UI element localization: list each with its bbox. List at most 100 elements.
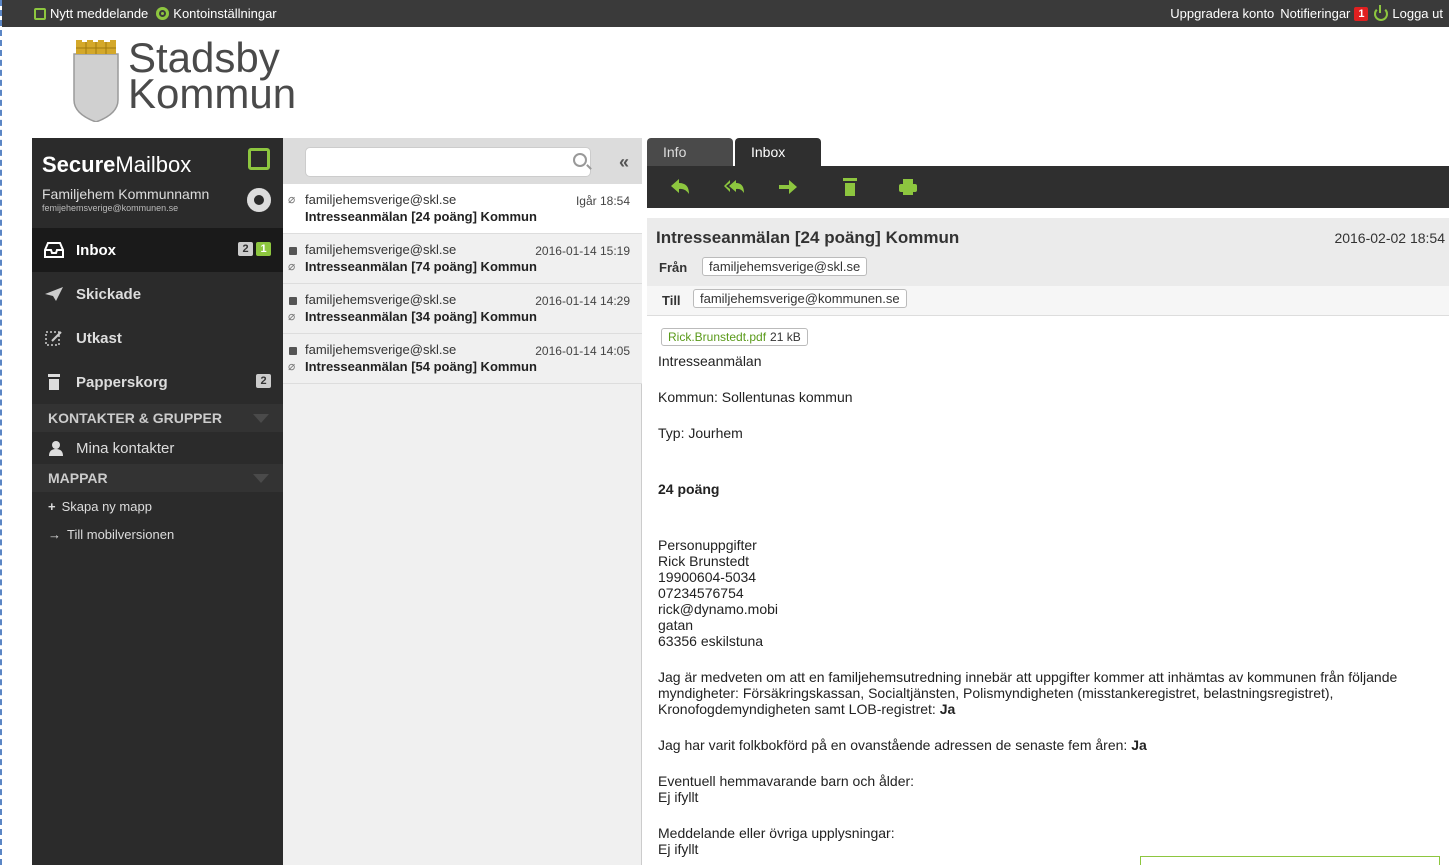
sidebar-item-trash[interactable]: Papperskorg 2 xyxy=(32,360,283,404)
logout-link[interactable]: Logga ut xyxy=(1374,4,1443,21)
folders-section-header[interactable]: MAPPAR xyxy=(32,464,283,492)
reply-icon xyxy=(671,179,689,194)
chevron-down-icon xyxy=(253,474,269,483)
message-body: Intresseanmälan Kommun: Sollentunas komm… xyxy=(658,353,1438,857)
paperclip-icon: ⌀ xyxy=(288,192,296,206)
message-subject: Intresseanmälan [74 poäng] Kommun xyxy=(305,259,537,274)
trash-icon xyxy=(843,178,857,196)
message-date: Igår 18:54 xyxy=(575,194,630,208)
create-folder-link[interactable]: + Skapa ny mapp xyxy=(32,492,283,520)
draft-icon xyxy=(45,331,62,346)
list-item[interactable]: ⌀ familjehemsverige@skl.se 2016-01-14 14… xyxy=(283,284,642,334)
mobile-version-label: Till mobilversionen xyxy=(67,526,175,542)
inbox-count-badge: 2 xyxy=(238,242,253,256)
body-answer: Ja xyxy=(1131,737,1147,753)
body-line: Kommun: Sollentunas kommun xyxy=(658,389,853,405)
list-item[interactable]: ⌀ familjehemsverige@skl.se 2016-01-14 14… xyxy=(283,334,642,384)
attachment-chip[interactable]: Rick.Brunstedt.pdf 21 kB xyxy=(661,328,808,346)
sidebar: SecureMailbox Familjehem Kommunnamn femi… xyxy=(32,138,283,865)
create-folder-label: Skapa ny mapp xyxy=(61,498,152,514)
message-list: « ⌀ familjehemsverige@skl.se Igår 18:54 … xyxy=(283,138,642,865)
message-date: 2016-01-14 14:05 xyxy=(535,344,630,358)
sidebar-item-my-contacts[interactable]: Mina kontakter xyxy=(32,432,283,464)
reading-pane: Info Inbox Intresseanmälan [24 poäng] Ko… xyxy=(647,138,1449,865)
search-bar: « xyxy=(283,138,642,184)
unread-icon xyxy=(289,297,297,305)
body-points: 24 poäng xyxy=(658,481,720,497)
paperclip-icon: ⌀ xyxy=(288,259,296,273)
message-sender: familjehemsverige@skl.se xyxy=(305,292,457,307)
compose-icon[interactable] xyxy=(248,148,270,170)
brand-bold: Secure xyxy=(42,152,116,177)
collapse-icon[interactable]: « xyxy=(619,152,629,173)
unread-icon xyxy=(289,247,297,255)
notifications-label: Notifieringar xyxy=(1280,6,1351,21)
trash-icon xyxy=(48,374,60,390)
forward-button[interactable] xyxy=(765,172,811,202)
sidebar-item-label: Papperskorg xyxy=(76,373,168,391)
body-line: Personuppgifter xyxy=(658,537,757,553)
arrow-right-icon: → xyxy=(48,526,61,542)
unread-icon xyxy=(289,347,297,355)
from-address-chip[interactable]: familjehemsverige@skl.se xyxy=(702,257,868,276)
mobile-version-link[interactable]: → Till mobilversionen xyxy=(32,520,283,548)
notification-toast xyxy=(1140,856,1440,865)
tab-inbox[interactable]: Inbox xyxy=(735,138,821,187)
delete-button[interactable] xyxy=(827,172,873,202)
tab-info[interactable]: Info xyxy=(647,138,733,166)
new-message-link[interactable]: Nytt meddelande xyxy=(34,6,148,21)
from-label: Från xyxy=(659,260,688,275)
attachment-name: Rick.Brunstedt.pdf xyxy=(668,330,767,344)
top-bar: Nytt meddelande Kontoinställningar Uppgr… xyxy=(2,0,1449,27)
sidebar-item-drafts[interactable]: Utkast xyxy=(32,316,283,360)
chevron-down-icon xyxy=(253,414,269,423)
message-subject: Intresseanmälan [24 poäng] Kommun xyxy=(305,209,537,224)
body-answer: Ja xyxy=(939,701,956,717)
body-line: Typ: Jourhem xyxy=(658,425,743,441)
printer-icon xyxy=(899,179,917,195)
gear-icon xyxy=(156,7,170,20)
sidebar-item-sent[interactable]: Skickade xyxy=(32,272,283,316)
brand-name: SecureMailbox xyxy=(42,152,191,178)
to-address-chip[interactable]: familjehemsverige@kommunen.se xyxy=(693,289,907,308)
power-icon xyxy=(1374,4,1389,21)
body-line: Rick Brunstedt xyxy=(658,553,750,569)
account-settings-link[interactable]: Kontoinställningar xyxy=(156,6,277,21)
compose-icon xyxy=(34,7,46,20)
account-info: Familjehem Kommunnamn femijehemsverige@k… xyxy=(32,178,283,228)
notifications-link[interactable]: Notifieringar 1 xyxy=(1280,6,1369,21)
notification-badge: 1 xyxy=(1354,6,1369,21)
print-button[interactable] xyxy=(885,172,931,202)
new-message-label: Nytt meddelande xyxy=(50,6,149,21)
brand-light: Mailbox xyxy=(115,152,192,177)
trash-count-badge: 2 xyxy=(256,374,271,388)
reply-all-button[interactable] xyxy=(711,172,757,202)
message-toolbar xyxy=(647,166,1449,208)
contacts-section-header[interactable]: KONTAKTER & GRUPPER xyxy=(32,404,283,432)
logo: Stadsby Kommun xyxy=(70,37,296,122)
sidebar-item-inbox[interactable]: Inbox 2 1 xyxy=(32,228,283,272)
inbox-new-badge: 1 xyxy=(256,242,271,256)
upgrade-link[interactable]: Uppgradera konto xyxy=(1170,6,1274,21)
gear-icon[interactable] xyxy=(247,188,271,212)
search-input[interactable] xyxy=(305,147,591,177)
inbox-icon xyxy=(44,242,64,258)
reply-button[interactable] xyxy=(657,172,703,202)
account-email: femijehemsverige@kommunen.se xyxy=(42,203,179,213)
message-header: Intresseanmälan [24 poäng] Kommun 2016-0… xyxy=(647,218,1449,286)
message-subject-title: Intresseanmälan [24 poäng] Kommun xyxy=(656,228,960,247)
list-item[interactable]: ⌀ familjehemsverige@skl.se 2016-01-14 15… xyxy=(283,234,642,284)
person-icon xyxy=(49,441,63,456)
contacts-section-label: KONTAKTER & GRUPPER xyxy=(48,410,222,426)
list-item[interactable]: ⌀ familjehemsverige@skl.se Igår 18:54 In… xyxy=(283,184,642,234)
body-line: Intresseanmälan xyxy=(658,353,762,369)
body-line: Ej ifyllt xyxy=(658,789,699,805)
plus-icon: + xyxy=(48,498,56,514)
body-paragraph: Jag har varit folkbokförd på en ovanståe… xyxy=(658,737,1438,753)
tab-bar: Info Inbox xyxy=(647,138,1449,187)
sidebar-item-label: Skickade xyxy=(76,285,142,303)
message-subject: Intresseanmälan [54 poäng] Kommun xyxy=(305,359,537,374)
search-icon[interactable] xyxy=(573,153,587,167)
